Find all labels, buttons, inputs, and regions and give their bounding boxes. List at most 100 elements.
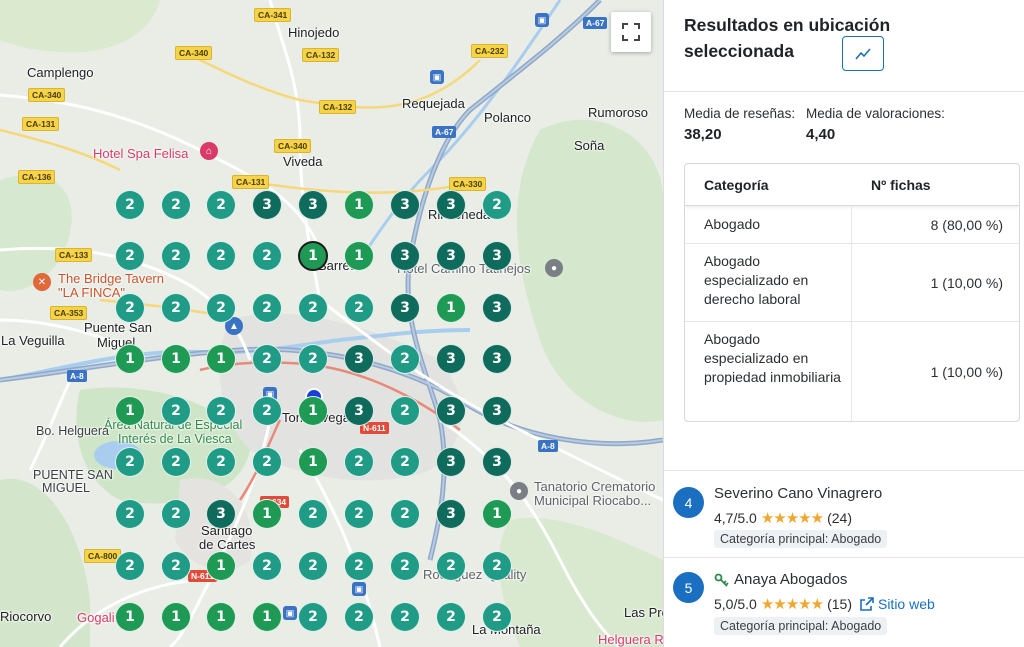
grid-marker[interactable]: 2 bbox=[206, 190, 236, 220]
grid-marker[interactable]: 1 bbox=[298, 396, 328, 426]
grid-marker[interactable]: 2 bbox=[482, 602, 512, 632]
grid-marker[interactable]: 1 bbox=[206, 344, 236, 374]
grid-marker[interactable]: 1 bbox=[206, 551, 236, 581]
grid-marker[interactable]: 2 bbox=[298, 293, 328, 323]
place-label[interactable]: Municipal Riocabo... bbox=[534, 493, 651, 508]
grid-marker[interactable]: 2 bbox=[298, 551, 328, 581]
grid-marker[interactable]: 2 bbox=[298, 499, 328, 529]
grid-marker[interactable]: 1 bbox=[115, 602, 145, 632]
grid-marker[interactable]: 2 bbox=[390, 447, 420, 477]
grid-marker[interactable]: 3 bbox=[482, 293, 512, 323]
grid-marker[interactable]: 2 bbox=[115, 293, 145, 323]
grid-marker[interactable]: 2 bbox=[482, 190, 512, 220]
grid-marker[interactable]: 2 bbox=[390, 551, 420, 581]
grid-marker[interactable]: 2 bbox=[115, 241, 145, 271]
grid-marker[interactable]: 1 bbox=[161, 602, 191, 632]
grid-marker[interactable]: 2 bbox=[298, 344, 328, 374]
grid-marker[interactable]: 3 bbox=[436, 344, 466, 374]
place-pin-icon[interactable]: ● bbox=[545, 259, 563, 277]
grid-marker[interactable]: 2 bbox=[206, 396, 236, 426]
grid-marker[interactable]: 2 bbox=[436, 551, 466, 581]
place-label[interactable]: "LA FINCA" bbox=[58, 285, 125, 300]
grid-marker[interactable]: 2 bbox=[161, 293, 191, 323]
grid-marker[interactable]: 2 bbox=[252, 396, 282, 426]
grid-marker[interactable]: 2 bbox=[390, 602, 420, 632]
place-label[interactable]: Requejada bbox=[402, 96, 465, 111]
grid-marker[interactable]: 2 bbox=[252, 344, 282, 374]
grid-marker[interactable]: 3 bbox=[252, 190, 282, 220]
grid-marker[interactable]: 2 bbox=[344, 602, 374, 632]
grid-marker-selected[interactable]: 1 bbox=[298, 241, 328, 271]
place-label[interactable]: Hinojedo bbox=[288, 25, 339, 40]
place-pin-icon[interactable]: ● bbox=[510, 482, 528, 500]
business-name-row[interactable]: Anaya Abogados bbox=[714, 571, 847, 588]
grid-marker[interactable]: 2 bbox=[206, 241, 236, 271]
grid-marker[interactable]: 1 bbox=[252, 499, 282, 529]
grid-marker[interactable]: 2 bbox=[390, 344, 420, 374]
train-station-icon[interactable]: ▣ bbox=[352, 582, 366, 596]
grid-marker[interactable]: 3 bbox=[344, 396, 374, 426]
grid-marker[interactable]: 2 bbox=[252, 551, 282, 581]
place-label[interactable]: Interés de La Viesca bbox=[118, 432, 232, 447]
place-label[interactable]: de Cartes bbox=[199, 537, 255, 552]
result-item[interactable]: 5 Anaya Abogados 5,0/5.0 ★★★★★ (15) Siti… bbox=[664, 558, 1024, 647]
grid-marker[interactable]: 2 bbox=[161, 190, 191, 220]
website-label[interactable]: Sitio web bbox=[878, 596, 935, 612]
grid-marker[interactable]: 2 bbox=[161, 499, 191, 529]
grid-marker[interactable]: 3 bbox=[482, 241, 512, 271]
place-label[interactable]: Polanco bbox=[484, 110, 531, 125]
grid-marker[interactable]: 2 bbox=[115, 551, 145, 581]
grid-marker[interactable]: 2 bbox=[252, 293, 282, 323]
place-label[interactable]: Soña bbox=[574, 138, 604, 153]
grid-marker[interactable]: 3 bbox=[436, 396, 466, 426]
grid-marker[interactable]: 1 bbox=[436, 293, 466, 323]
grid-marker[interactable]: 1 bbox=[482, 499, 512, 529]
grid-marker[interactable]: 3 bbox=[390, 293, 420, 323]
grid-marker[interactable]: 1 bbox=[344, 241, 374, 271]
grid-marker[interactable]: 3 bbox=[482, 447, 512, 477]
result-item[interactable]: 4 Severino Cano Vinagrero 4,7/5.0 ★★★★★ … bbox=[664, 471, 1024, 557]
grid-marker[interactable]: 2 bbox=[252, 241, 282, 271]
column-header-count[interactable]: Nº fichas bbox=[852, 164, 931, 205]
grid-marker[interactable]: 2 bbox=[161, 241, 191, 271]
website-link[interactable]: Sitio web bbox=[860, 596, 935, 612]
grid-marker[interactable]: 3 bbox=[482, 344, 512, 374]
train-station-icon[interactable]: ▣ bbox=[535, 13, 549, 27]
fullscreen-button[interactable] bbox=[611, 12, 651, 52]
place-label[interactable]: La Veguilla bbox=[1, 333, 65, 348]
grid-marker[interactable]: 2 bbox=[206, 293, 236, 323]
grid-marker[interactable]: 1 bbox=[161, 344, 191, 374]
trend-chart-button[interactable] bbox=[842, 36, 884, 71]
place-label[interactable]: Hotel Spa Felisa bbox=[93, 146, 188, 161]
grid-marker[interactable]: 2 bbox=[161, 551, 191, 581]
place-label[interactable]: Riocorvo bbox=[0, 609, 51, 624]
place-label[interactable]: Bo. Helguera bbox=[36, 424, 109, 439]
grid-marker[interactable]: 3 bbox=[206, 499, 236, 529]
grid-marker[interactable]: 2 bbox=[390, 499, 420, 529]
grid-marker[interactable]: 2 bbox=[390, 396, 420, 426]
train-station-icon[interactable]: ▣ bbox=[283, 606, 297, 620]
place-label[interactable]: Rumoroso bbox=[588, 105, 648, 120]
place-label[interactable]: Puente San bbox=[84, 320, 152, 335]
grid-marker[interactable]: 3 bbox=[298, 190, 328, 220]
grid-marker[interactable]: 3 bbox=[390, 190, 420, 220]
grid-marker[interactable]: 2 bbox=[206, 447, 236, 477]
place-label[interactable]: Viveda bbox=[283, 154, 323, 169]
grid-marker[interactable]: 2 bbox=[298, 602, 328, 632]
place-label[interactable]: Gogali bbox=[77, 610, 115, 625]
map-view[interactable]: Hinojedo Camplengo Requejada Polanco Rumoros… bbox=[0, 0, 663, 647]
grid-marker[interactable]: 3 bbox=[436, 499, 466, 529]
restaurant-icon[interactable]: ✕ bbox=[33, 273, 51, 291]
grid-marker[interactable]: 3 bbox=[436, 190, 466, 220]
grid-marker[interactable]: 2 bbox=[344, 551, 374, 581]
grid-marker[interactable]: 2 bbox=[115, 447, 145, 477]
grid-marker[interactable]: 1 bbox=[115, 344, 145, 374]
grid-marker[interactable]: 2 bbox=[344, 293, 374, 323]
column-header-category[interactable]: Categoría bbox=[685, 164, 852, 205]
grid-marker[interactable]: 2 bbox=[344, 499, 374, 529]
place-label[interactable]: MIGUEL bbox=[42, 481, 90, 496]
place-label[interactable]: Las Presillas bbox=[624, 605, 663, 620]
grid-marker[interactable]: 2 bbox=[115, 499, 145, 529]
business-name[interactable]: Severino Cano Vinagrero bbox=[714, 485, 882, 502]
grid-marker[interactable]: 2 bbox=[161, 396, 191, 426]
